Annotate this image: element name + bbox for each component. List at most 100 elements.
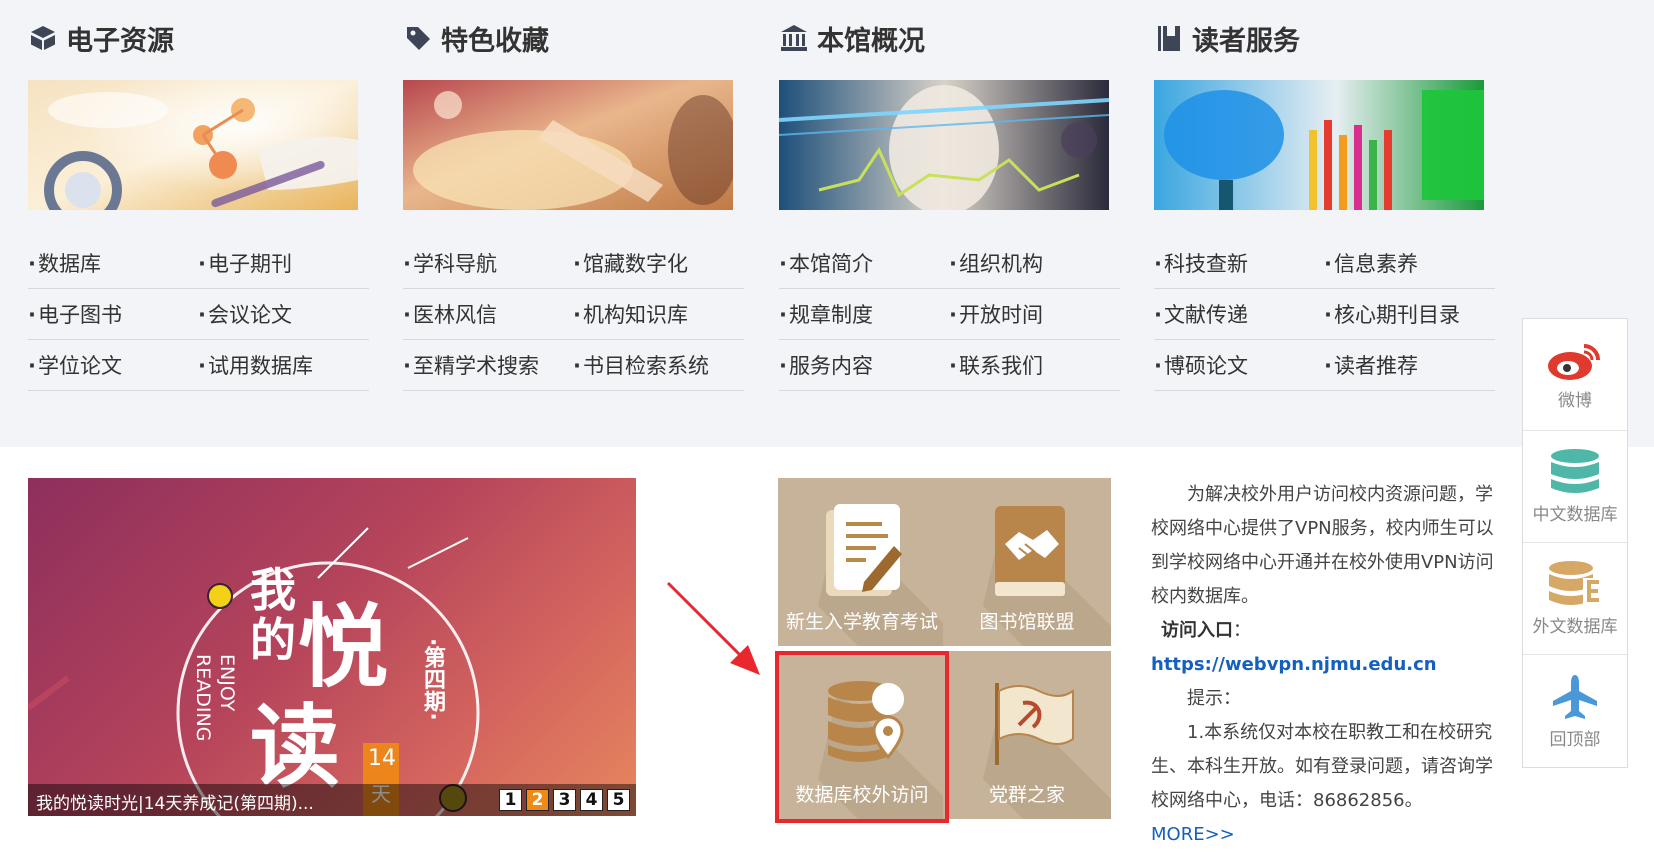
column-title-text: 电子资源 <box>66 25 174 57</box>
link-regulations[interactable]: 规章制度 <box>779 299 949 329</box>
top-section: 电子资源 数据库电子期刊 <box>0 0 1654 447</box>
database-icon <box>1551 449 1599 493</box>
vpn-tip-text: 1.本系统仅对本校在职教工和在校研究生、本科生开放。如有登录问题，请咨询学校网络… <box>1151 722 1493 811</box>
link-yilin-fengxin[interactable]: 医林风信 <box>403 299 573 329</box>
link-document-delivery[interactable]: 文献传递 <box>1154 299 1324 329</box>
link-row: 服务内容联系我们 <box>779 340 1120 391</box>
sidebar-item-weibo[interactable]: 微博 <box>1523 319 1627 431</box>
party-flag-icon <box>995 683 1074 765</box>
link-row: 文献传递核心期刊目录 <box>1154 289 1495 340</box>
column-title-text: 读者服务 <box>1192 25 1300 57</box>
link-row: 科技查新信息素养 <box>1154 238 1495 289</box>
pager-5[interactable]: 5 <box>607 789 630 811</box>
column-image[interactable] <box>403 80 733 210</box>
link-services[interactable]: 服务内容 <box>779 350 949 380</box>
banner-caption-bar: 我的悦读时光|14天养成记(第四期)... 1 2 3 4 5 <box>28 784 636 816</box>
link-row: 数据库电子期刊 <box>28 238 369 289</box>
handshake-book-icon <box>995 506 1065 596</box>
link-row: 博硕论文读者推荐 <box>1154 340 1495 391</box>
tile-label: 新生入学教育考试 <box>785 611 938 633</box>
highlight-box <box>775 651 949 823</box>
library-building-icon <box>779 23 809 53</box>
tile-label: 图书馆联盟 <box>979 611 1075 633</box>
book-icon <box>1154 23 1184 53</box>
banner-carousel[interactable]: 我 的 悦 读 ·第四期· ENJOY READING 14 天 我的悦读时光|… <box>28 478 636 816</box>
link-theses[interactable]: 博硕论文 <box>1154 350 1324 380</box>
floating-sidebar: 微博 中文数据库 外文数据库 回顶部 <box>1522 318 1628 768</box>
tile-library-alliance[interactable]: 图书馆联盟 <box>943 478 1111 646</box>
link-trial-databases[interactable]: 试用数据库 <box>198 350 368 380</box>
sidebar-item-back-to-top[interactable]: 回顶部 <box>1523 655 1627 767</box>
link-reader-recommend[interactable]: 读者推荐 <box>1324 350 1494 380</box>
tile-freshman-exam[interactable]: 新生入学教育考试 <box>778 478 946 646</box>
column-title-text: 本馆概况 <box>817 25 925 57</box>
sidebar-item-label: 微博 <box>1558 391 1592 411</box>
link-row: 至精学术搜索书目检索系统 <box>403 340 744 391</box>
link-contact-us[interactable]: 联系我们 <box>949 350 1119 380</box>
column-title[interactable]: 特色收藏 <box>403 18 549 58</box>
sidebar-item-label: 外文数据库 <box>1532 617 1618 637</box>
link-list: 科技查新信息素养 文献传递核心期刊目录 博硕论文读者推荐 <box>1154 238 1495 391</box>
banner-text-enjoy-reading: ENJOY READING <box>188 654 244 764</box>
banner-text-days-num: 14 <box>368 746 396 771</box>
link-core-journals[interactable]: 核心期刊目录 <box>1324 299 1494 329</box>
vpn-info: 为解决校外用户访问校内资源问题，学校网络中心提供了VPN服务，校内师生可以到学校… <box>1151 478 1499 852</box>
column-image[interactable] <box>1154 80 1484 210</box>
link-conference-papers[interactable]: 会议论文 <box>198 299 368 329</box>
pager-1[interactable]: 1 <box>499 789 522 811</box>
vpn-entry-label: 访问入口 <box>1161 620 1233 641</box>
link-database[interactable]: 数据库 <box>28 248 198 278</box>
tile-party-home[interactable]: 党群之家 <box>943 651 1111 819</box>
link-information-literacy[interactable]: 信息素养 <box>1324 248 1494 278</box>
sidebar-item-label: 回顶部 <box>1549 729 1601 750</box>
vpn-url-line: https://webvpn.njmu.edu.cn <box>1151 648 1499 682</box>
link-library-intro[interactable]: 本馆简介 <box>779 248 949 278</box>
sidebar-item-chinese-database[interactable]: 中文数据库 <box>1523 431 1627 543</box>
banner-text-de: 的 <box>250 613 296 667</box>
weibo-icon <box>1548 344 1600 380</box>
link-row: 规章制度开放时间 <box>779 289 1120 340</box>
link-list: 本馆简介组织机构 规章制度开放时间 服务内容联系我们 <box>779 238 1120 391</box>
database-e-icon <box>1549 561 1601 605</box>
link-novelty-search[interactable]: 科技查新 <box>1154 248 1324 278</box>
banner-caption[interactable]: 我的悦读时光|14天养成记(第四期)... <box>36 789 314 814</box>
sidebar-item-label: 中文数据库 <box>1532 505 1618 525</box>
sidebar-item-foreign-database[interactable]: 外文数据库 <box>1523 543 1627 655</box>
column-title[interactable]: 读者服务 <box>1154 18 1300 58</box>
link-academic-search[interactable]: 至精学术搜索 <box>403 350 573 380</box>
column-image[interactable] <box>779 80 1109 210</box>
tile-label: 党群之家 <box>988 784 1065 806</box>
vpn-tip-label: 提示： <box>1187 688 1241 709</box>
banner-text-reading: READING <box>192 654 214 742</box>
link-opening-hours[interactable]: 开放时间 <box>949 299 1119 329</box>
link-list: 学科导航馆藏数字化 医林风信机构知识库 至精学术搜索书目检索系统 <box>403 238 744 391</box>
link-row: 学科导航馆藏数字化 <box>403 238 744 289</box>
column-image[interactable] <box>28 80 358 210</box>
column-title[interactable]: 电子资源 <box>28 18 174 58</box>
banner-text-issue: ·第四期· <box>420 638 445 721</box>
exam-paper-icon <box>826 504 902 596</box>
link-collection-digitization[interactable]: 馆藏数字化 <box>573 248 743 278</box>
link-catalog-search[interactable]: 书目检索系统 <box>573 350 743 380</box>
vpn-url-link[interactable]: https://webvpn.njmu.edu.cn <box>1151 654 1437 675</box>
banner-text-enjoy: ENJOY <box>216 654 238 712</box>
link-row: 电子图书会议论文 <box>28 289 369 340</box>
link-row: 本馆简介组织机构 <box>779 238 1120 289</box>
link-subject-navigation[interactable]: 学科导航 <box>403 248 573 278</box>
pager-4[interactable]: 4 <box>580 789 603 811</box>
box-icon <box>28 23 58 53</box>
link-institutional-repository[interactable]: 机构知识库 <box>573 299 743 329</box>
link-organization[interactable]: 组织机构 <box>949 248 1119 278</box>
link-e-journals[interactable]: 电子期刊 <box>198 248 368 278</box>
more-link[interactable]: MORE>> <box>1151 824 1235 845</box>
pager-2[interactable]: 2 <box>526 789 549 811</box>
more-line: MORE>> <box>1151 818 1499 852</box>
red-arrow-annotation <box>666 581 760 675</box>
link-row: 医林风信机构知识库 <box>403 289 744 340</box>
tag-icon <box>403 23 433 53</box>
column-title-text: 特色收藏 <box>441 25 549 57</box>
pager-3[interactable]: 3 <box>553 789 576 811</box>
link-dissertations[interactable]: 学位论文 <box>28 350 198 380</box>
column-title[interactable]: 本馆概况 <box>779 18 925 58</box>
link-e-books[interactable]: 电子图书 <box>28 299 198 329</box>
